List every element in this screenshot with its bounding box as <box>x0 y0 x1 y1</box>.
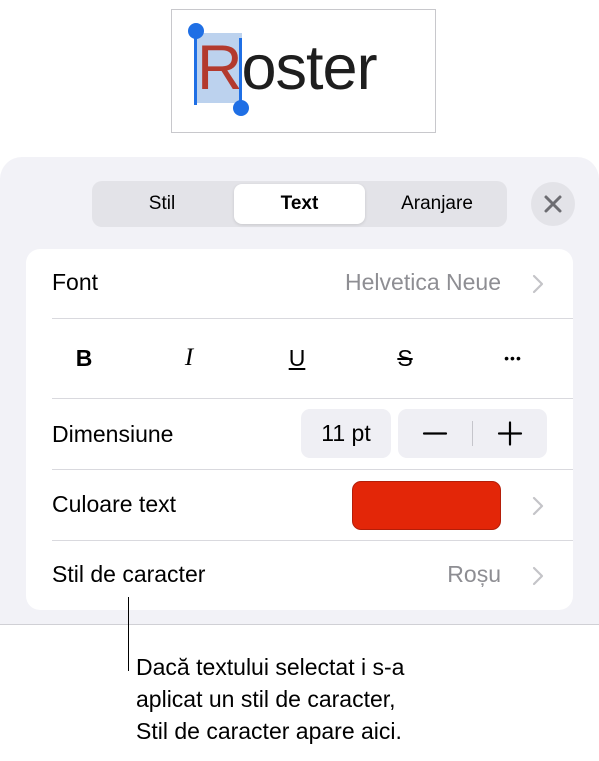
callout-text: Dacă textului selectat i s-a aplicat un … <box>136 651 576 747</box>
text-color-swatch[interactable] <box>352 481 501 530</box>
tab-aranjare[interactable]: Aranjare <box>371 184 503 224</box>
font-label: Font <box>52 269 99 295</box>
selection-end-handle[interactable] <box>233 100 249 116</box>
selected-letter[interactable]: R <box>197 33 242 103</box>
font-value: Helvetica Neue <box>345 269 501 295</box>
format-tabs: Stil Text Aranjare <box>92 181 507 227</box>
selected-text[interactable]: Roster <box>197 33 378 103</box>
character-style-value: Roșu <box>447 561 501 587</box>
close-button[interactable] <box>531 182 575 226</box>
character-style-label: Stil de caracter <box>52 561 206 587</box>
chevron-right-icon <box>532 566 544 586</box>
divider <box>52 318 573 319</box>
chevron-right-icon <box>532 496 544 516</box>
callout-line <box>128 597 129 671</box>
text-color-label: Culoare text <box>52 491 177 517</box>
character-style-row[interactable]: Stil de caracter Roșu <box>26 541 573 610</box>
tab-stil[interactable]: Stil <box>96 184 228 224</box>
callout-line-1: Dacă textului selectat i s-a <box>136 654 405 680</box>
callout-line-2: aplicat un stil de caracter, <box>136 686 396 712</box>
minus-icon <box>422 432 448 435</box>
font-size-value[interactable]: 11 pt <box>301 409 391 458</box>
tab-text[interactable]: Text <box>234 184 365 224</box>
increase-size-button[interactable] <box>473 409 547 458</box>
close-icon <box>544 195 562 213</box>
callout-line-3: Stil de caracter apare aici. <box>136 718 402 744</box>
chevron-right-icon <box>532 274 544 294</box>
selection-end-bar <box>239 38 242 106</box>
underline-button[interactable]: U <box>277 343 317 373</box>
size-label: Dimensiune <box>52 421 174 447</box>
unselected-text[interactable]: oster <box>242 33 378 103</box>
plus-icon <box>497 421 523 446</box>
font-row[interactable]: Font Helvetica Neue <box>26 249 573 319</box>
bold-button[interactable]: B <box>64 343 104 373</box>
canvas-bottom-edge <box>0 624 599 625</box>
selection-start-bar <box>194 34 197 105</box>
italic-button[interactable]: I <box>169 343 209 373</box>
more-options-button[interactable]: ••• <box>493 343 533 373</box>
decrease-size-button[interactable] <box>398 409 472 458</box>
strikethrough-button[interactable]: S <box>385 343 425 373</box>
font-size-stepper <box>398 409 547 458</box>
text-options-card: Font Helvetica Neue B I U S ••• Dimensiu… <box>26 249 573 610</box>
